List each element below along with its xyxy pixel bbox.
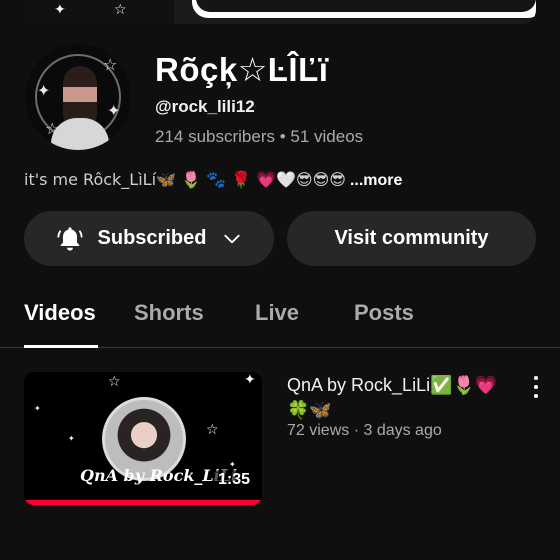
sparkle-icon: ✦ — [68, 434, 75, 443]
video-duration: 1:35 — [213, 470, 254, 490]
star-icon: ☆ — [114, 1, 127, 17]
description-text: it's me Rôck_LìLí🦋 🌷 🐾 🌹 💗🤍😎😎😎 — [24, 170, 346, 189]
tab-live[interactable]: Live — [255, 300, 299, 326]
star-icon: ☆ — [206, 421, 219, 437]
watch-progress-bar — [24, 500, 262, 505]
visit-community-button[interactable]: Visit community — [287, 211, 536, 266]
banner-art — [24, 0, 174, 24]
star-icon: ✦ — [54, 1, 66, 17]
video-thumbnail[interactable]: ☆ ✦ ☆ ✦ ✦ ✦ QnA by Rock_LiLi 1:35 — [24, 372, 262, 505]
channel-handle: @rock_lili12 — [155, 97, 255, 116]
subscribed-button[interactable]: Subscribed — [24, 211, 274, 266]
tab-posts[interactable]: Posts — [354, 300, 414, 326]
more-options-icon[interactable] — [526, 376, 546, 398]
avatar-portrait — [63, 66, 97, 126]
channel-name: Rõçķ☆ĿÎĽï — [155, 51, 329, 88]
tab-videos[interactable]: Videos — [24, 300, 96, 326]
star-icon: ☆ — [108, 373, 121, 389]
star-icon: ✦ — [107, 103, 121, 120]
active-tab-indicator — [24, 345, 98, 348]
channel-avatar[interactable]: ✦ ☆ ✦ ☆ — [25, 44, 131, 150]
star-icon: ☆ — [45, 121, 60, 138]
visit-community-label: Visit community — [334, 227, 489, 249]
more-link[interactable]: ...more — [350, 172, 402, 189]
banner-frame-inner — [196, 0, 536, 12]
video-meta: 72 views · 3 days ago — [287, 422, 442, 439]
chevron-down-icon — [224, 234, 241, 243]
channel-description[interactable]: it's me Rôck_LìLí🦋 🌷 🐾 🌹 💗🤍😎😎😎 ...more — [24, 170, 402, 190]
sparkle-icon: ✦ — [34, 404, 41, 413]
star-icon: ☆ — [103, 57, 118, 74]
channel-tabs: Videos Shorts Live Posts — [0, 290, 560, 348]
star-icon: ✦ — [244, 372, 256, 387]
channel-stats: 214 subscribers • 51 videos — [155, 127, 364, 146]
tab-shorts[interactable]: Shorts — [134, 300, 204, 326]
subscribed-label: Subscribed — [97, 227, 207, 249]
bell-icon — [56, 226, 83, 251]
channel-banner: ✦ ☆ — [24, 0, 536, 24]
star-icon: ✦ — [37, 83, 51, 100]
video-title[interactable]: QnA by Rock_LiLi✅🌷💗🍀🦋 — [287, 373, 512, 423]
